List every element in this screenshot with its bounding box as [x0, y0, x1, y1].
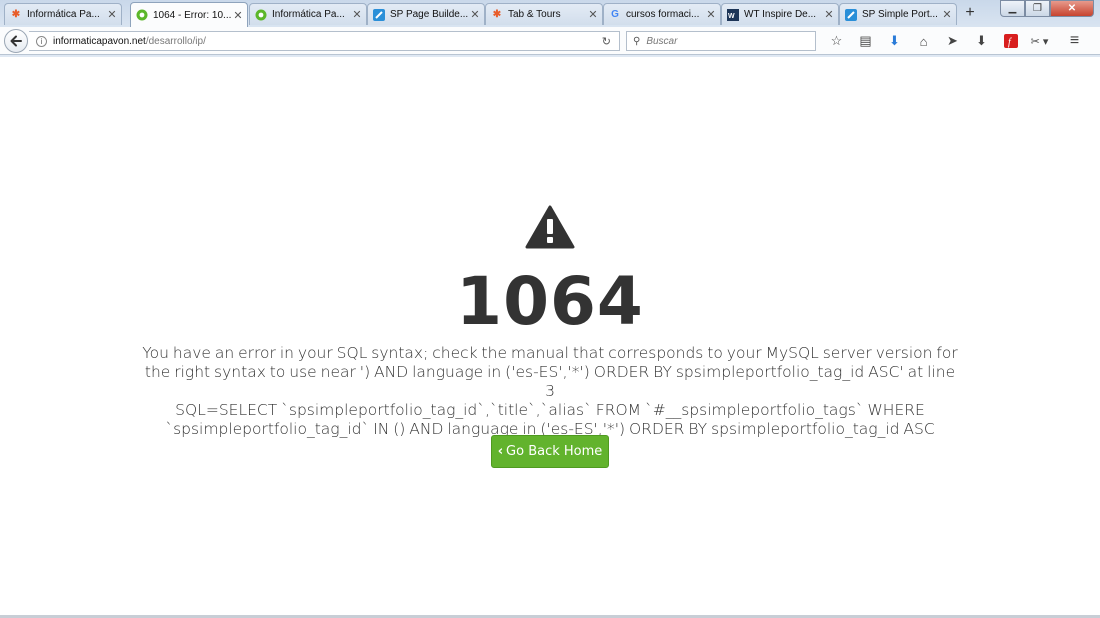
extension-icon[interactable]: ✂ ▾ [1025, 31, 1054, 51]
browser-chrome: ✱ Informática Pa... ✕ 1064 - Error: 10..… [0, 0, 1100, 57]
error-message-line: the right syntax to use near ') AND lang… [144, 363, 956, 400]
joomla-icon: ✱ [492, 9, 502, 20]
tab-6[interactable]: G cursos formaci... ✕ [603, 3, 721, 25]
minimize-button[interactable]: ▁ [1000, 0, 1025, 17]
close-tab-icon[interactable]: ✕ [588, 8, 598, 21]
address-bar[interactable]: i informaticapavon.net/desarrollo/ip/ ↻ [29, 31, 620, 51]
pocket-icon[interactable]: ⬇ [967, 31, 996, 51]
error-message: You have an error in your SQL syntax; ch… [140, 344, 960, 439]
bookmark-star-icon[interactable]: ☆ [822, 31, 851, 51]
search-placeholder: Buscar [646, 35, 678, 47]
window-controls: ▁ ❐ ✕ [1000, 0, 1094, 17]
tab-label: Tab & Tours [508, 9, 561, 20]
close-tab-icon[interactable]: ✕ [706, 8, 716, 21]
site-icon [136, 9, 148, 21]
tab-label: Informática Pa... [272, 9, 345, 20]
maximize-button[interactable]: ❐ [1025, 0, 1050, 17]
reload-icon[interactable]: ↻ [602, 35, 611, 48]
error-code: 1064 [456, 263, 644, 340]
site-icon [255, 9, 267, 21]
go-back-home-button[interactable]: ‹ Go Back Home [491, 435, 609, 468]
tab-5[interactable]: ✱ Tab & Tours ✕ [485, 3, 603, 25]
chevron-left-icon: ‹ [497, 444, 504, 459]
wt-icon: W [727, 8, 739, 21]
tab-label: Informática Pa... [27, 9, 100, 20]
tab-label: cursos formaci... [626, 9, 700, 20]
svg-text:W: W [728, 13, 735, 20]
new-tab-button[interactable]: + [961, 4, 979, 22]
close-tab-icon[interactable]: ✕ [470, 8, 480, 21]
url-host: informaticapavon.net [53, 35, 146, 47]
search-input[interactable]: ⚲ Buscar [626, 31, 816, 51]
menu-icon[interactable]: ≡ [1060, 31, 1089, 51]
tab-4[interactable]: SP Page Builde... ✕ [367, 3, 485, 25]
sp-icon [373, 8, 385, 21]
close-window-button[interactable]: ✕ [1050, 0, 1094, 17]
tab-3[interactable]: Informática Pa... ✕ [249, 3, 367, 25]
go-back-home-label: Go Back Home [506, 444, 603, 459]
navigation-toolbar: i informaticapavon.net/desarrollo/ip/ ↻ … [0, 27, 1100, 55]
tab-label: SP Page Builde... [390, 9, 468, 20]
google-icon: G [611, 9, 619, 20]
tab-7[interactable]: W WT Inspire De... ✕ [721, 3, 839, 25]
tab-2[interactable]: 1064 - Error: 10... ✕ [130, 2, 248, 27]
site-info-icon[interactable]: i [36, 35, 47, 47]
tab-label: 1064 - Error: 10... [153, 9, 231, 21]
home-icon[interactable]: ⌂ [909, 31, 938, 51]
url-path: /desarrollo/ip/ [145, 35, 206, 47]
joomla-icon: ✱ [11, 9, 21, 20]
sp-icon [845, 8, 857, 21]
flash-icon[interactable]: f [996, 31, 1025, 51]
close-tab-icon[interactable]: ✕ [824, 8, 834, 21]
close-tab-icon[interactable]: ✕ [352, 8, 362, 21]
error-message-line: SQL=SELECT `spsimpleportfolio_tag_id`,`t… [175, 401, 925, 419]
close-tab-icon[interactable]: ✕ [233, 9, 243, 22]
tab-strip: ✱ Informática Pa... ✕ 1064 - Error: 10..… [0, 0, 1100, 27]
download-icon[interactable]: ⬇ [880, 31, 909, 51]
back-button[interactable] [4, 29, 28, 53]
tab-label: SP Simple Port... [862, 9, 938, 20]
tab-8[interactable]: SP Simple Port... ✕ [839, 3, 957, 25]
toolbar-icons: ☆ ▤ ⬇ ⌂ ➤ ⬇ f ✂ ▾ ≡ [822, 31, 1089, 51]
back-arrow-icon [10, 35, 22, 47]
close-tab-icon[interactable]: ✕ [107, 8, 117, 21]
close-tab-icon[interactable]: ✕ [942, 8, 952, 21]
tab-1[interactable]: ✱ Informática Pa... ✕ [4, 3, 122, 25]
error-message-line: You have an error in your SQL syntax; ch… [142, 344, 958, 362]
page-content: 1064 You have an error in your SQL synta… [0, 57, 1100, 618]
tab-label: WT Inspire De... [744, 9, 817, 20]
search-icon: ⚲ [633, 35, 641, 47]
bookmarks-list-icon[interactable]: ▤ [851, 31, 880, 51]
send-icon[interactable]: ➤ [938, 31, 967, 51]
warning-icon [525, 205, 575, 254]
